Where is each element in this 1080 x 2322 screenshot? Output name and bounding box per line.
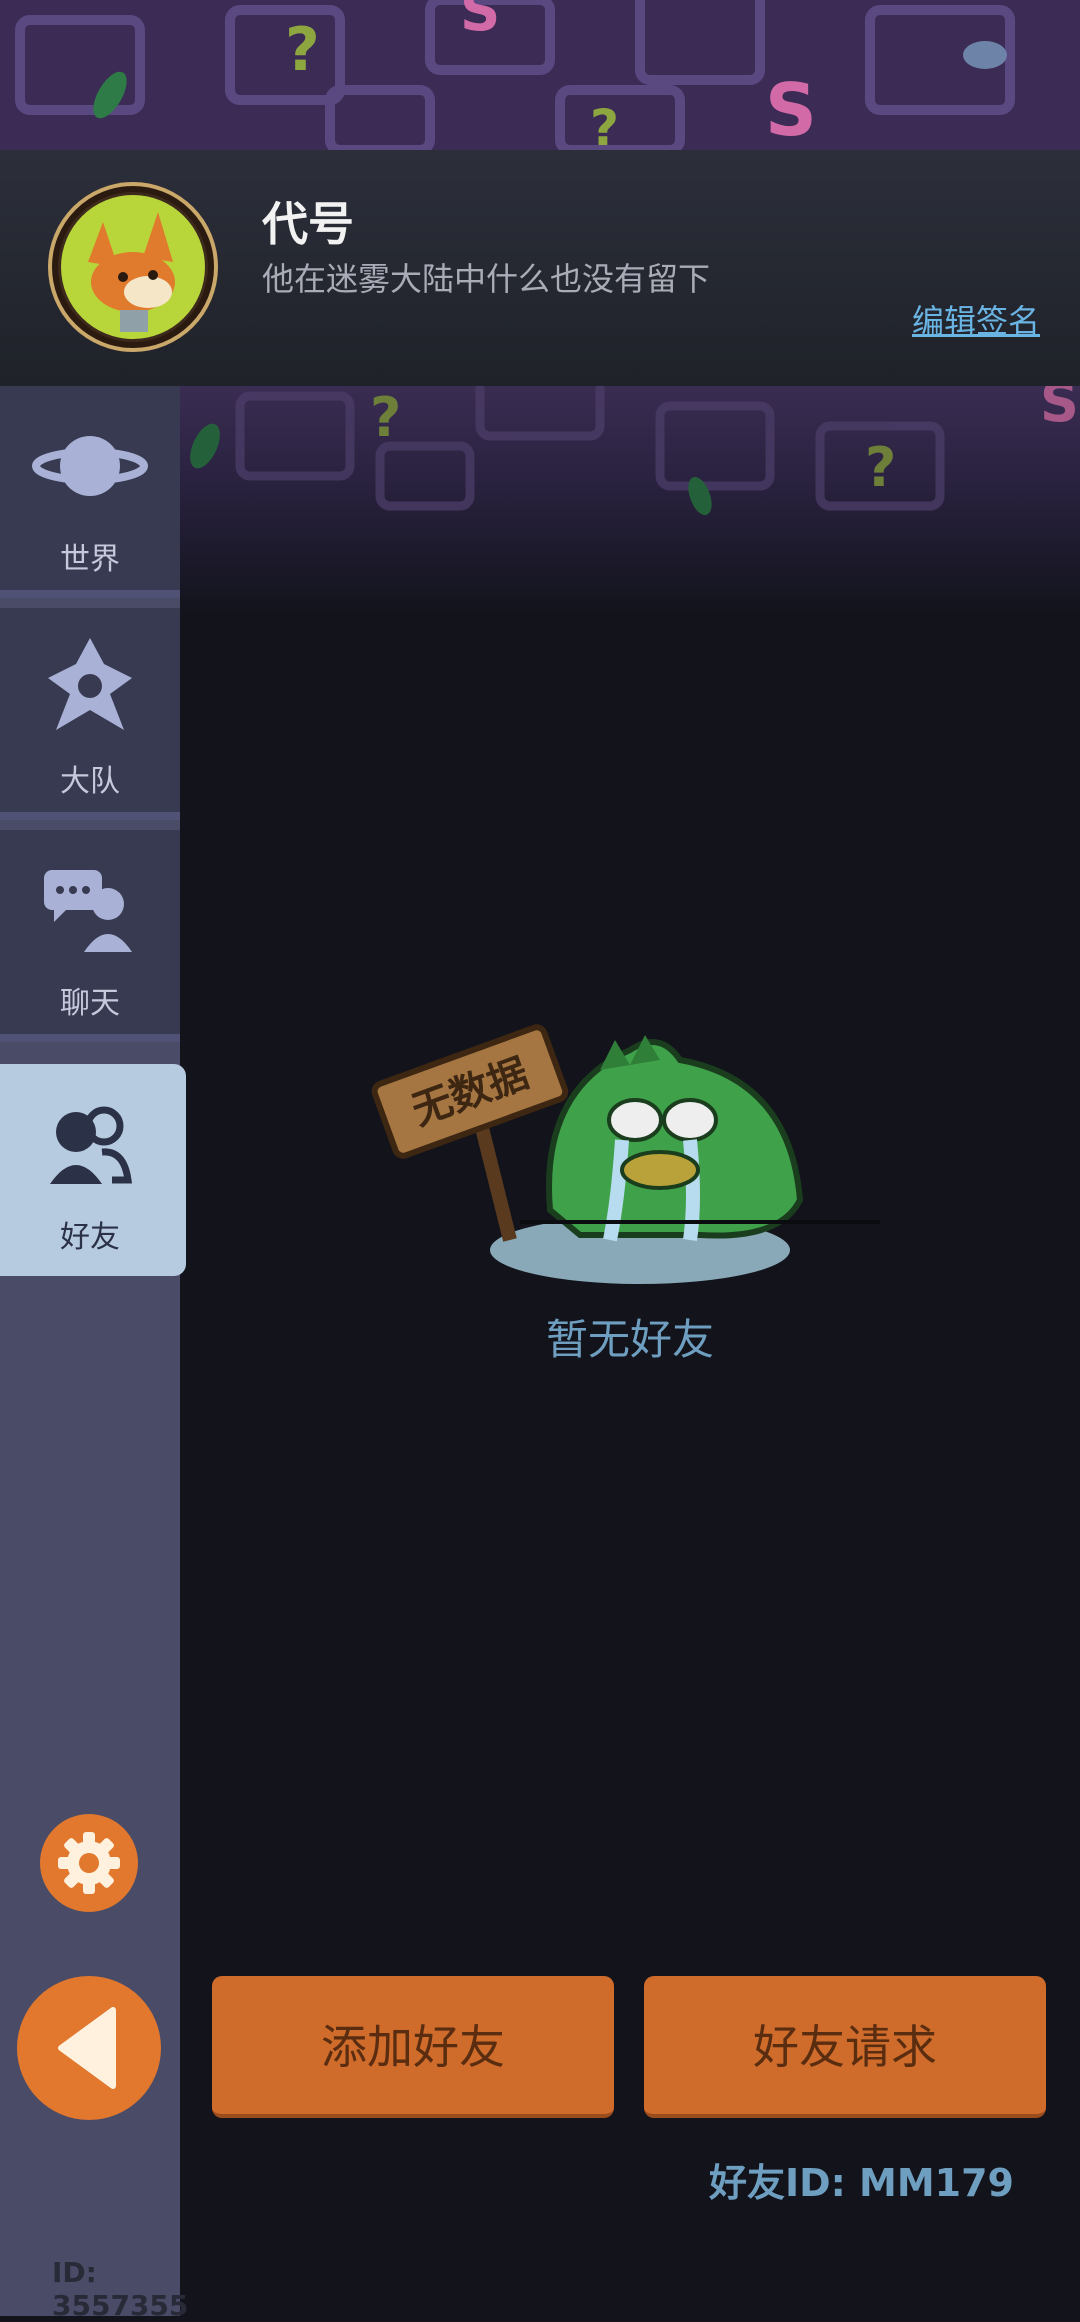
user-id-label: ID: 3557355 <box>52 2256 189 2322</box>
sidebar-item-guild[interactable]: 大队 <box>0 608 180 820</box>
chat-icon <box>44 870 132 952</box>
edit-signature-link[interactable]: 编辑签名 <box>912 296 1040 342</box>
sidebar-item-world[interactable]: 世界 <box>0 386 180 598</box>
pattern-decoration: ? ? S <box>190 386 1079 516</box>
player-signature: 他在迷雾大陆中什么也没有留下 <box>262 260 711 298</box>
svg-text:?: ? <box>865 436 896 499</box>
sidebar-item-chat[interactable]: 聊天 <box>0 830 180 1042</box>
friend-requests-button[interactable]: 好友请求 <box>644 1976 1046 2118</box>
sidebar-item-label: 世界 <box>60 542 120 577</box>
player-name: 代号 <box>262 197 354 251</box>
sidebar-item-friends[interactable]: 好友 <box>0 1064 186 1276</box>
guild-icon <box>48 638 132 730</box>
back-button[interactable] <box>17 1976 161 2120</box>
svg-text:?: ? <box>285 15 320 85</box>
empty-state-text: 暂无好友 <box>545 1315 714 1364</box>
sidebar: 世界 大队 聊天 好友 ID: 3557355 <box>0 386 188 2322</box>
add-friend-button[interactable]: 添加好友 <box>212 1976 614 2118</box>
svg-text:?: ? <box>590 99 619 150</box>
profile-header: 代号 他在迷雾大陆中什么也没有留下 编辑签名 <box>0 150 1080 388</box>
top-pattern-banner: ? S S ? <box>0 0 1080 150</box>
planet-icon <box>32 436 148 496</box>
back-arrow-icon <box>58 2007 116 2089</box>
settings-button[interactable] <box>40 1814 138 1912</box>
pattern-decoration: ? S S ? <box>15 0 1015 150</box>
crying-frog-no-data-icon: 无数据 <box>371 1024 880 1284</box>
friend-id-label: 好友ID: MM179 <box>708 2161 1014 2205</box>
gear-icon <box>58 1832 120 1894</box>
svg-text:?: ? <box>370 386 401 449</box>
svg-text:S: S <box>460 0 500 44</box>
main-pattern-strip: ? ? S <box>180 386 1080 616</box>
avatar[interactable] <box>48 182 218 352</box>
fox-avatar-icon <box>52 186 214 348</box>
friends-icon <box>50 1106 132 1184</box>
sidebar-item-label: 聊天 <box>60 986 120 1021</box>
svg-text:S: S <box>1040 386 1079 434</box>
sidebar-item-label: 大队 <box>60 764 120 799</box>
sidebar-item-label: 好友 <box>60 1220 120 1255</box>
svg-text:S: S <box>765 68 817 150</box>
